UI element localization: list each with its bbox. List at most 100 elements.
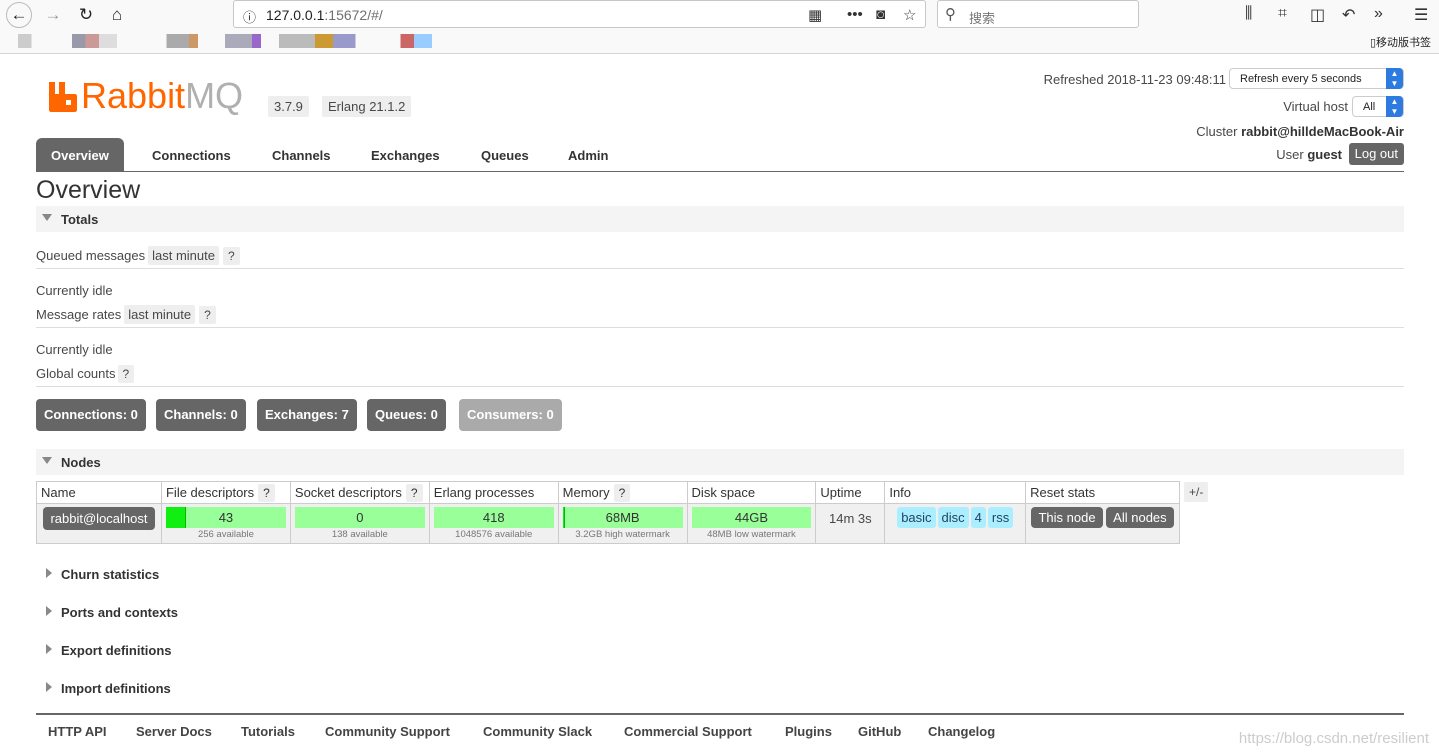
collapsed-triangle-icon bbox=[46, 568, 52, 578]
node-link[interactable]: rabbit@localhost bbox=[43, 507, 155, 530]
info-badge-rss[interactable]: rss bbox=[987, 507, 1014, 528]
bar-value: 0 bbox=[356, 510, 364, 525]
overflow-icon[interactable]: » bbox=[1374, 5, 1383, 23]
tab-connections[interactable]: Connections bbox=[152, 138, 231, 171]
info-icon[interactable]: ⓘ bbox=[243, 7, 256, 26]
exchanges-count-button[interactable]: Exchanges: 7 bbox=[257, 399, 357, 431]
message-rates-label: Message rates bbox=[36, 307, 122, 322]
help-button[interactable]: ? bbox=[223, 247, 240, 265]
bar-fill bbox=[562, 507, 566, 528]
sidebar-icon[interactable]: ◫ bbox=[1310, 5, 1325, 25]
rates-range-selector[interactable]: last minute bbox=[124, 305, 196, 324]
ports-contexts-section[interactable]: Ports and contexts bbox=[36, 605, 178, 620]
help-button[interactable]: ? bbox=[199, 306, 216, 324]
more-icon[interactable]: ••• bbox=[847, 6, 863, 23]
rabbitmq-logo[interactable]: RabbitMQ bbox=[47, 78, 243, 114]
pocket-icon[interactable]: ◙ bbox=[876, 6, 885, 23]
crop-icon[interactable]: ⌗ bbox=[1278, 5, 1287, 23]
count-label: Consumers: bbox=[467, 407, 547, 422]
churn-statistics-section[interactable]: Churn statistics bbox=[36, 567, 159, 582]
menu-icon[interactable]: ☰ bbox=[1414, 5, 1428, 25]
section-title: Export definitions bbox=[61, 643, 172, 658]
help-button[interactable]: ? bbox=[405, 484, 423, 502]
queues-count-button[interactable]: Queues: 0 bbox=[367, 399, 446, 431]
tab-admin[interactable]: Admin bbox=[568, 138, 608, 171]
col-disk-space: Disk space bbox=[686, 481, 817, 504]
qr-code-icon[interactable]: ▦ bbox=[808, 6, 822, 24]
info-badge-count[interactable]: 4 bbox=[970, 507, 986, 528]
bookmark-star-icon[interactable]: ☆ bbox=[903, 6, 916, 24]
watermark: https://blog.csdn.net/resilient bbox=[1238, 730, 1429, 747]
reset-this-node-button[interactable]: This node bbox=[1031, 507, 1103, 528]
count-value: 0 bbox=[546, 407, 554, 422]
footer-link-community-support[interactable]: Community Support bbox=[325, 724, 450, 739]
undo-icon[interactable]: ↶ bbox=[1342, 5, 1355, 25]
footer-link-changelog[interactable]: Changelog bbox=[928, 724, 995, 739]
bar-value: 418 bbox=[482, 510, 505, 525]
vhost-select[interactable]: All ▲ ▼ bbox=[1352, 96, 1404, 117]
global-counts-row: Global counts? bbox=[36, 365, 135, 383]
info-cell: basic disc 4 rss bbox=[884, 503, 1027, 544]
col-erlang-processes: Erlang processes bbox=[428, 481, 559, 504]
col-file-descriptors: File descriptors? bbox=[160, 481, 291, 504]
bar-value: 43 bbox=[218, 510, 234, 525]
footer-link-server-docs[interactable]: Server Docs bbox=[136, 724, 212, 739]
uptime-value: 14m 3s bbox=[829, 511, 872, 526]
url-bar[interactable]: ⓘ 127.0.0.1:15672/#/ ▦ ••• ◙ ☆ bbox=[233, 0, 926, 28]
bar-sub: 256 available bbox=[197, 529, 254, 540]
tab-overview[interactable]: Overview bbox=[36, 138, 124, 171]
footer-link-plugins[interactable]: Plugins bbox=[785, 724, 832, 739]
count-value: 0 bbox=[230, 407, 238, 422]
home-icon[interactable]: ⌂ bbox=[104, 3, 130, 27]
col-memory: Memory? bbox=[557, 481, 688, 504]
export-definitions-section[interactable]: Export definitions bbox=[36, 643, 172, 658]
library-icon[interactable]: ⫼ bbox=[1245, 5, 1252, 23]
ep-cell: 418 1048576 available bbox=[428, 503, 559, 544]
consumers-count-button[interactable]: Consumers: 0 bbox=[459, 399, 562, 431]
bar-value: 68MB bbox=[605, 510, 640, 525]
search-input[interactable]: ⚲ 搜索 bbox=[937, 0, 1139, 28]
help-button[interactable]: ? bbox=[117, 365, 135, 383]
connections-count-button[interactable]: Connections: 0 bbox=[36, 399, 146, 431]
tab-queues[interactable]: Queues bbox=[481, 138, 529, 171]
footer-link-http-api[interactable]: HTTP API bbox=[48, 724, 107, 739]
forward-icon[interactable]: → bbox=[40, 3, 66, 27]
footer-link-community-slack[interactable]: Community Slack bbox=[483, 724, 592, 739]
tab-channels[interactable]: Channels bbox=[272, 138, 331, 171]
help-button[interactable]: ? bbox=[613, 484, 631, 502]
divider bbox=[36, 327, 1404, 328]
columns-toggle-button[interactable]: +/- bbox=[1184, 482, 1209, 502]
bar-sub: 3.2GB high watermark bbox=[575, 529, 670, 540]
footer-link-commercial-support[interactable]: Commercial Support bbox=[624, 724, 752, 739]
footer-link-tutorials[interactable]: Tutorials bbox=[241, 724, 295, 739]
currently-idle-text: Currently idle bbox=[36, 283, 113, 298]
reload-icon[interactable]: ↻ bbox=[73, 3, 99, 27]
blurred-bookmarks bbox=[18, 34, 468, 48]
cluster-label: Cluster bbox=[1196, 124, 1242, 139]
mobile-bookmarks[interactable]: ▯移动版书签 bbox=[1370, 34, 1431, 50]
channels-count-button[interactable]: Channels: 0 bbox=[156, 399, 246, 431]
bar-sub: 138 available bbox=[331, 529, 388, 540]
reset-all-nodes-button[interactable]: All nodes bbox=[1106, 507, 1174, 528]
global-counts-label: Global counts bbox=[36, 366, 116, 381]
bar-value: 44GB bbox=[734, 510, 769, 525]
info-badge-disc[interactable]: disc bbox=[937, 507, 969, 528]
nodes-table: Name File descriptors? Socket descriptor… bbox=[36, 481, 1180, 544]
nodes-section-header[interactable]: Nodes bbox=[36, 449, 1404, 475]
table-header-row: Name File descriptors? Socket descriptor… bbox=[36, 481, 1180, 504]
import-definitions-section[interactable]: Import definitions bbox=[36, 681, 171, 696]
expanded-triangle-icon bbox=[42, 214, 52, 221]
count-label: Queues: bbox=[375, 407, 431, 422]
erlang-badge: Erlang 21.1.2 bbox=[322, 96, 412, 117]
refresh-interval-select[interactable]: Refresh every 5 seconds ▲ ▼ bbox=[1229, 68, 1404, 89]
back-icon[interactable]: ← bbox=[6, 2, 32, 28]
help-button[interactable]: ? bbox=[258, 484, 275, 502]
bar-sub: 1048576 available bbox=[455, 529, 533, 540]
tab-exchanges[interactable]: Exchanges bbox=[371, 138, 440, 171]
totals-section-header[interactable]: Totals bbox=[36, 206, 1404, 232]
info-badge-basic[interactable]: basic bbox=[897, 507, 936, 528]
queued-range-selector[interactable]: last minute bbox=[148, 246, 219, 265]
col-name: Name bbox=[36, 481, 162, 504]
reset-cell: This node All nodes bbox=[1025, 503, 1180, 544]
footer-link-github[interactable]: GitHub bbox=[858, 724, 901, 739]
